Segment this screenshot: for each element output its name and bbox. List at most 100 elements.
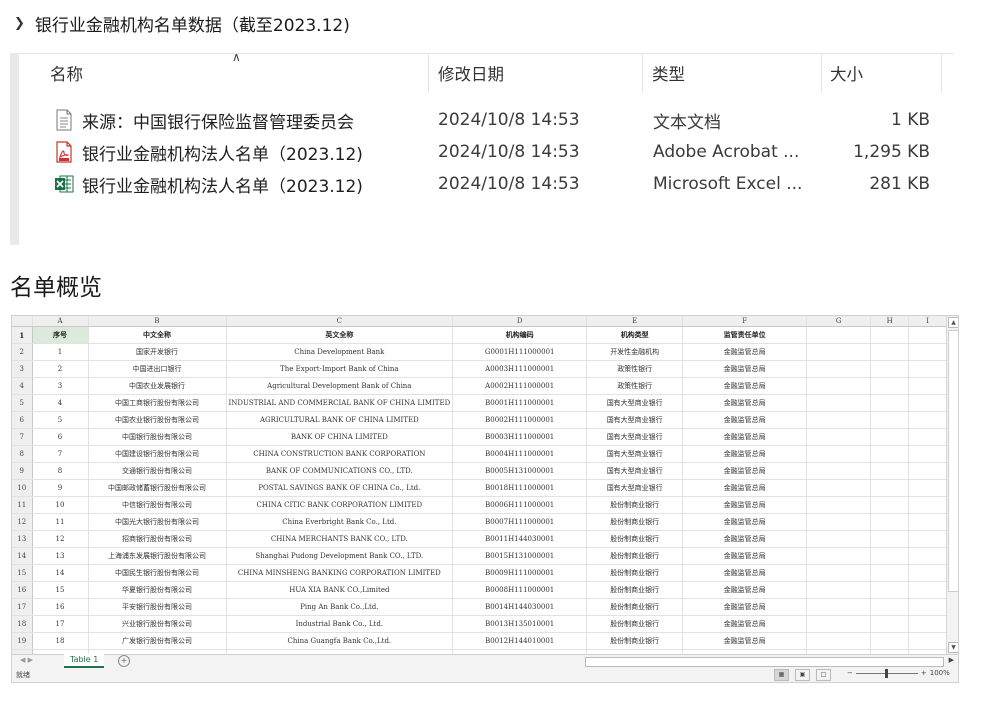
scroll-right-icon[interactable]: ▶ xyxy=(949,656,954,664)
table-cell[interactable]: 股份制商业银行 xyxy=(586,581,684,599)
table-cell[interactable]: 国家开发银行 xyxy=(88,343,227,361)
row-number[interactable]: 4 xyxy=(12,377,33,395)
empty-cell[interactable] xyxy=(806,581,872,599)
empty-cell[interactable] xyxy=(806,564,872,582)
table-cell[interactable]: 中国民生银行股份有限公司 xyxy=(88,564,227,582)
table-cell[interactable]: 股份制商业银行 xyxy=(586,598,684,616)
column-letter[interactable]: C xyxy=(226,316,454,327)
table-cell[interactable]: 金融监管总局 xyxy=(682,581,808,599)
table-cell[interactable]: 11 xyxy=(32,513,89,531)
table-cell[interactable]: 中国建设银行股份有限公司 xyxy=(88,445,227,463)
table-cell[interactable]: 金融监管总局 xyxy=(682,479,808,497)
table-cell[interactable]: G0001H111000001 xyxy=(452,343,588,361)
table-cell[interactable]: BANK OF CHINA LIMITED xyxy=(226,428,454,446)
header-cell[interactable]: 监管责任单位 xyxy=(682,326,808,344)
table-cell[interactable]: 金融监管总局 xyxy=(682,411,808,429)
table-cell[interactable]: 10 xyxy=(32,496,89,514)
table-cell[interactable]: CHINA CITIC BANK CORPORATION LIMITED xyxy=(226,496,454,514)
page-break-icon[interactable]: □ xyxy=(816,669,831,681)
table-cell[interactable]: B0005H131000001 xyxy=(452,462,588,480)
empty-cell[interactable] xyxy=(908,496,948,514)
table-cell[interactable]: 上海浦东发展银行股份有限公司 xyxy=(88,547,227,565)
column-letter[interactable]: I xyxy=(908,316,948,327)
breadcrumb-folder[interactable]: 银行业金融机构名单数据（截至2023.12) xyxy=(35,11,350,36)
table-cell[interactable]: HUA XIA BANK CO.,Limited xyxy=(226,581,454,599)
header-cell[interactable]: 中文全称 xyxy=(88,326,227,344)
table-cell[interactable]: 金融监管总局 xyxy=(682,462,808,480)
table-cell[interactable]: 开发性金融机构 xyxy=(586,343,684,361)
table-cell[interactable]: B0012H144010001 xyxy=(452,632,588,650)
empty-cell[interactable] xyxy=(870,479,910,497)
header-cell[interactable]: 序号 xyxy=(32,326,89,344)
column-header-name[interactable]: 名称 xyxy=(50,53,83,93)
table-cell[interactable]: 华夏银行股份有限公司 xyxy=(88,581,227,599)
empty-cell[interactable] xyxy=(908,360,948,378)
table-cell[interactable]: 金融监管总局 xyxy=(682,343,808,361)
column-letter[interactable]: G xyxy=(806,316,872,327)
table-cell[interactable]: 金融监管总局 xyxy=(682,496,808,514)
file-row[interactable]: 银行业金融机构法人名单（2023.12) 2024/10/8 14:53 Ado… xyxy=(10,136,954,168)
row-number[interactable]: 13 xyxy=(12,530,33,548)
table-cell[interactable]: 金融监管总局 xyxy=(682,615,808,633)
table-cell[interactable]: 股份制商业银行 xyxy=(586,615,684,633)
empty-cell[interactable] xyxy=(908,547,948,565)
breadcrumb[interactable]: ❯ 银行业金融机构名单数据（截至2023.12) xyxy=(14,10,350,36)
empty-cell[interactable] xyxy=(870,377,910,395)
table-cell[interactable]: CHINA MINSHENG BANKING CORPORATION LIMIT… xyxy=(226,564,454,582)
empty-cell[interactable] xyxy=(870,411,910,429)
table-cell[interactable]: 6 xyxy=(32,428,89,446)
column-divider[interactable] xyxy=(428,53,429,93)
table-cell[interactable]: 国有大型商业银行 xyxy=(586,462,684,480)
zoom-knob[interactable] xyxy=(884,668,888,678)
zoom-out-icon[interactable]: − xyxy=(847,669,853,677)
row-number[interactable]: 10 xyxy=(12,479,33,497)
empty-cell[interactable] xyxy=(870,343,910,361)
empty-cell[interactable] xyxy=(908,326,948,344)
table-cell[interactable]: 金融监管总局 xyxy=(682,428,808,446)
table-cell[interactable]: B0018H111000001 xyxy=(452,479,588,497)
sheet-nav-icon[interactable]: ◀ ▶ xyxy=(20,656,33,664)
file-row[interactable]: 来源：中国银行保险监督管理委员会 2024/10/8 14:53 文本文档 1 … xyxy=(10,104,954,136)
table-cell[interactable]: B0001H111000001 xyxy=(452,394,588,412)
empty-cell[interactable] xyxy=(870,326,910,344)
empty-cell[interactable] xyxy=(908,428,948,446)
table-cell[interactable]: 金融监管总局 xyxy=(682,377,808,395)
table-cell[interactable]: INDUSTRIAL AND COMMERCIAL BANK OF CHINA … xyxy=(226,394,454,412)
table-cell[interactable]: A0002H111000001 xyxy=(452,377,588,395)
table-cell[interactable]: 12 xyxy=(32,530,89,548)
table-cell[interactable]: 金融监管总局 xyxy=(682,360,808,378)
table-cell[interactable]: China Development Bank xyxy=(226,343,454,361)
column-letter[interactable]: F xyxy=(682,316,808,327)
empty-cell[interactable] xyxy=(870,445,910,463)
table-cell[interactable]: B0004H111000001 xyxy=(452,445,588,463)
empty-cell[interactable] xyxy=(806,598,872,616)
table-cell[interactable]: CHINA CONSTRUCTION BANK CORPORATION xyxy=(226,445,454,463)
table-cell[interactable]: 中国农业发展银行 xyxy=(88,377,227,395)
table-cell[interactable]: B0006H111000001 xyxy=(452,496,588,514)
column-letter[interactable]: E xyxy=(586,316,684,327)
empty-cell[interactable] xyxy=(908,462,948,480)
table-cell[interactable]: 国有大型商业银行 xyxy=(586,411,684,429)
table-cell[interactable]: 交通银行股份有限公司 xyxy=(88,462,227,480)
table-cell[interactable]: 中国进出口银行 xyxy=(88,360,227,378)
empty-cell[interactable] xyxy=(870,360,910,378)
table-cell[interactable]: 中国银行股份有限公司 xyxy=(88,428,227,446)
row-number[interactable]: 11 xyxy=(12,496,33,514)
empty-cell[interactable] xyxy=(806,394,872,412)
empty-cell[interactable] xyxy=(870,581,910,599)
table-cell[interactable]: 政策性银行 xyxy=(586,360,684,378)
row-number[interactable]: 6 xyxy=(12,411,33,429)
table-cell[interactable]: 招商银行股份有限公司 xyxy=(88,530,227,548)
table-cell[interactable]: B0008H111000001 xyxy=(452,581,588,599)
table-cell[interactable]: 4 xyxy=(32,394,89,412)
empty-cell[interactable] xyxy=(908,530,948,548)
table-cell[interactable]: POSTAL SAVINGS BANK OF CHINA Co., Ltd. xyxy=(226,479,454,497)
empty-cell[interactable] xyxy=(806,343,872,361)
table-cell[interactable]: B0009H111000001 xyxy=(452,564,588,582)
header-cell[interactable]: 机构编码 xyxy=(452,326,588,344)
table-cell[interactable]: 国有大型商业银行 xyxy=(586,479,684,497)
table-cell[interactable]: 17 xyxy=(32,615,89,633)
table-cell[interactable]: 股份制商业银行 xyxy=(586,530,684,548)
empty-cell[interactable] xyxy=(870,394,910,412)
table-cell[interactable]: 金融监管总局 xyxy=(682,530,808,548)
